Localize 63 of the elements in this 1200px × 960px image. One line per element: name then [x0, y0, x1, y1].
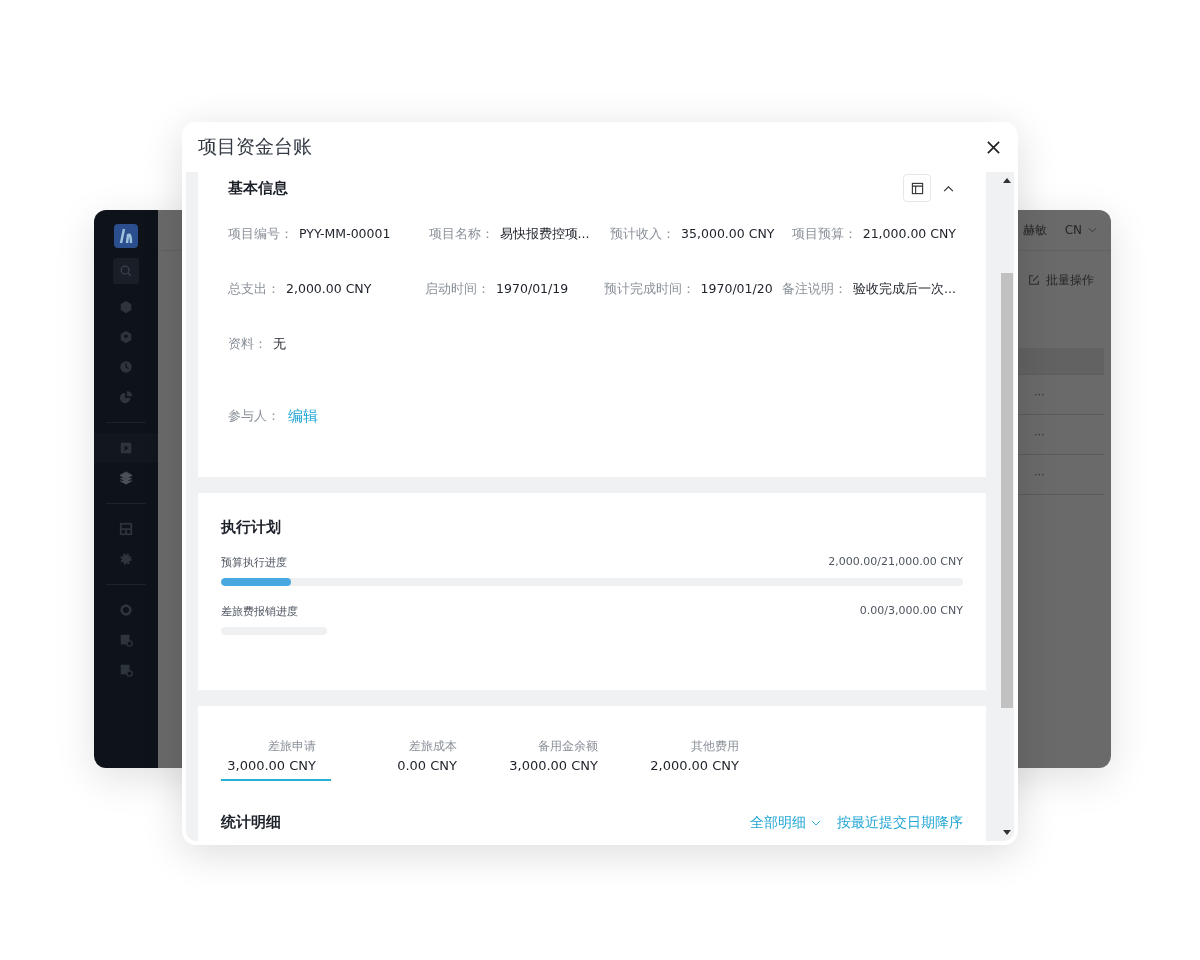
caret-icon — [811, 819, 821, 826]
card-settings-icon[interactable] — [119, 633, 133, 647]
field-value: 35,000.00 CNY — [681, 226, 775, 243]
field-label: 预计完成时间： — [603, 281, 695, 298]
field-value: 易快报费控项... — [499, 226, 590, 243]
field-label: 总支出： — [228, 281, 280, 298]
dialog-title: 项目资金台账 — [198, 134, 312, 159]
language-select[interactable]: CN — [1064, 223, 1097, 237]
more-button[interactable]: ··· — [1034, 428, 1045, 441]
gear-icon[interactable] — [119, 552, 133, 566]
field-label: 资料： — [228, 336, 267, 353]
scroll-down-icon[interactable] — [1003, 830, 1011, 835]
ring-icon[interactable] — [119, 603, 133, 617]
field-label: 项目预算： — [791, 226, 857, 243]
panel-icon — [910, 181, 924, 195]
play-icon[interactable] — [119, 441, 133, 455]
field-value: 无 — [273, 336, 286, 353]
field-value: PYY-MM-00001 — [299, 226, 391, 243]
field-label: 项目编号： — [228, 226, 293, 243]
progress-label: 差旅费报销进度 — [221, 604, 298, 619]
field-label: 启动时间： — [425, 281, 491, 298]
hexagon-icon[interactable] — [119, 300, 133, 314]
layout-button[interactable] — [903, 174, 931, 202]
field-label: 项目名称： — [428, 226, 494, 243]
progress-label: 预算执行进度 — [221, 555, 287, 570]
field-label: 预计收入： — [610, 226, 676, 243]
more-button[interactable]: ··· — [1034, 468, 1045, 481]
batch-action-button[interactable]: 批量操作 — [1028, 271, 1094, 289]
field-value: 1970/01/19 — [496, 281, 569, 298]
chevron-up-icon[interactable] — [943, 184, 954, 192]
progress-reading: 0.00/3,000.00 CNY — [859, 604, 963, 619]
field-label: 备注说明： — [782, 281, 848, 298]
more-button[interactable]: ··· — [1034, 388, 1045, 401]
stat-tab[interactable]: 其他费用 2,000.00 CNY — [629, 738, 754, 781]
progress-reading: 2,000.00/21,000.00 CNY — [828, 555, 963, 570]
user-name[interactable]: 赫敏 — [1022, 221, 1047, 239]
scroll-up-icon[interactable] — [1003, 178, 1011, 183]
pie-chart-icon[interactable] — [119, 390, 133, 404]
search-button[interactable] — [113, 258, 139, 284]
sort-link[interactable]: 按最近提交日期降序 — [837, 813, 963, 832]
field-value: 验收完成后一次... — [853, 281, 956, 298]
filter-dropdown[interactable]: 全部明细 — [750, 813, 821, 832]
close-icon[interactable] — [986, 139, 1001, 155]
section-title: 统计明细 — [221, 813, 281, 832]
field-value: 1970/01/20 — [700, 281, 773, 298]
layers-icon[interactable] — [119, 471, 133, 485]
stat-tab[interactable]: 差旅申请 3,000.00 CNY — [221, 738, 331, 781]
layout-icon[interactable] — [119, 522, 133, 536]
field-value: 2,000.00 CNY — [286, 281, 372, 298]
logo-icon — [114, 224, 138, 248]
search-icon — [119, 264, 133, 278]
section-title: 基本信息 — [228, 178, 288, 198]
field-value: 21,000.00 CNY — [862, 226, 956, 243]
edit-link[interactable]: 编辑 — [288, 407, 318, 426]
user-icon[interactable] — [119, 330, 133, 344]
clock-icon[interactable] — [119, 360, 133, 374]
edit-icon — [1028, 274, 1040, 286]
stat-tab[interactable]: 差旅成本 0.00 CNY — [347, 738, 472, 781]
caret-icon — [1088, 227, 1097, 233]
card-settings-icon[interactable] — [119, 663, 133, 677]
field-label: 参与人： — [228, 408, 280, 425]
stat-tab[interactable]: 备用金余额 3,000.00 CNY — [488, 738, 613, 781]
section-title: 执行计划 — [221, 518, 282, 537]
